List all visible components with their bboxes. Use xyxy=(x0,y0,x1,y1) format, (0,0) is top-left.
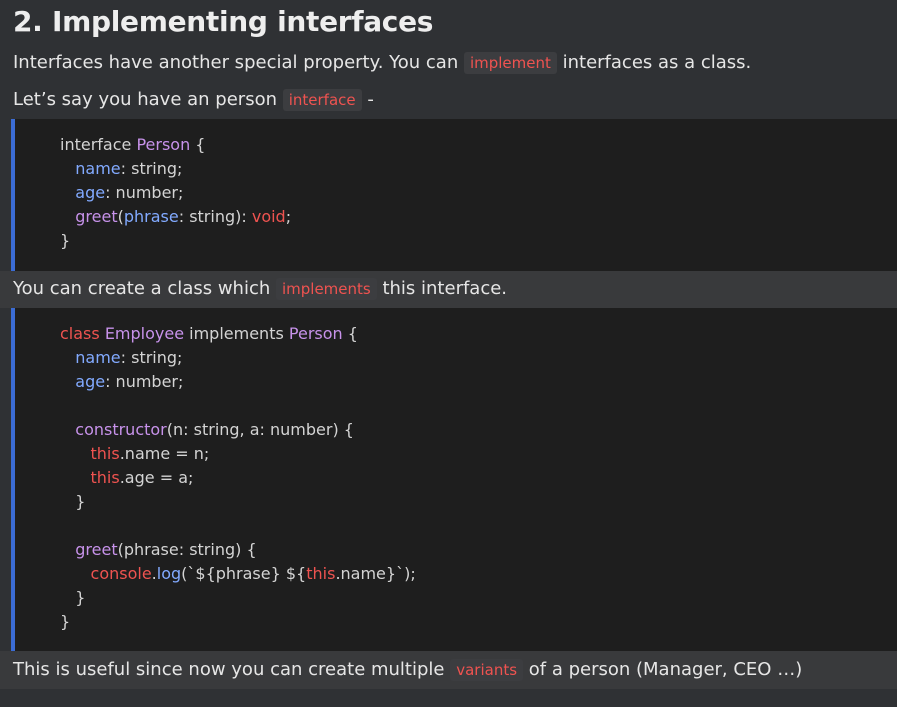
punct: { xyxy=(342,324,358,343)
text-segment: of a person (Manager, CEO …) xyxy=(523,659,803,680)
keyword-class: class xyxy=(60,324,100,343)
property-name: name xyxy=(75,159,121,178)
code-block-class: class Employee implements Person { name:… xyxy=(11,308,897,651)
punct: } xyxy=(75,492,86,511)
code-text: (phrase: string) { xyxy=(117,540,257,559)
method-greet: greet xyxy=(75,207,118,226)
inline-code-implement: implement xyxy=(463,52,557,74)
property-age: age xyxy=(75,183,106,202)
punct: } xyxy=(60,612,71,631)
punct: } xyxy=(75,588,86,607)
code-text: (n: string, a: number) { xyxy=(166,420,354,439)
text-segment: Interfaces have another special property… xyxy=(13,52,464,73)
this-keyword: this xyxy=(306,564,336,583)
keyword: interface xyxy=(60,135,132,154)
method-greet: greet xyxy=(75,540,118,559)
property-name: name xyxy=(75,348,121,367)
section-heading: 2. Implementing interfaces xyxy=(13,5,434,38)
code-text: : number; xyxy=(105,183,184,202)
keyword-implements: implements xyxy=(184,324,289,343)
console-object: console xyxy=(90,564,152,583)
text-segment: Let’s say you have an person xyxy=(13,89,283,110)
article-page: 2. Implementing interfaces Interfaces ha… xyxy=(0,0,897,707)
param-phrase: phrase xyxy=(123,207,179,226)
property-age: age xyxy=(75,372,106,391)
text-segment: this interface. xyxy=(376,278,508,299)
text-segment: This is useful since now you can create … xyxy=(13,659,451,680)
paragraph-person-interface: Let’s say you have an person interface - xyxy=(13,88,374,112)
punct: } xyxy=(60,231,71,250)
code-text: .name}`); xyxy=(335,564,416,583)
text-segment: You can create a class which xyxy=(13,278,276,299)
text-segment: - xyxy=(361,89,374,110)
type-name: Person xyxy=(136,135,191,154)
text-segment: interfaces as a class. xyxy=(556,52,752,73)
paragraph-implement: Interfaces have another special property… xyxy=(13,51,751,75)
inline-code-implements: implements xyxy=(275,278,377,300)
class-name: Employee xyxy=(104,324,185,343)
paragraph-variants: This is useful since now you can create … xyxy=(13,658,802,682)
code-text: .name = n; xyxy=(119,444,210,463)
type-void: void xyxy=(251,207,286,226)
code-text: .age = a; xyxy=(119,468,194,487)
interface-name: Person xyxy=(288,324,343,343)
inline-code-interface: interface xyxy=(282,89,362,111)
inline-code-variants: variants xyxy=(450,659,524,681)
this-keyword: this xyxy=(90,468,120,487)
this-keyword: this xyxy=(90,444,120,463)
code-text: : number; xyxy=(105,372,184,391)
constructor-keyword: constructor xyxy=(75,420,167,439)
code-interface-person: interface Person { name: string; age: nu… xyxy=(60,133,291,253)
code-text: : string): xyxy=(178,207,252,226)
punct: { xyxy=(190,135,206,154)
code-text: : string; xyxy=(120,348,183,367)
paragraph-implements: You can create a class which implements … xyxy=(13,277,507,301)
log-method: log xyxy=(156,564,182,583)
code-class-employee: class Employee implements Person { name:… xyxy=(60,322,416,634)
code-text: (`${phrase} ${ xyxy=(181,564,307,583)
code-text: : string; xyxy=(120,159,183,178)
code-block-interface: interface Person { name: string; age: nu… xyxy=(11,119,897,271)
punct: ; xyxy=(285,207,292,226)
